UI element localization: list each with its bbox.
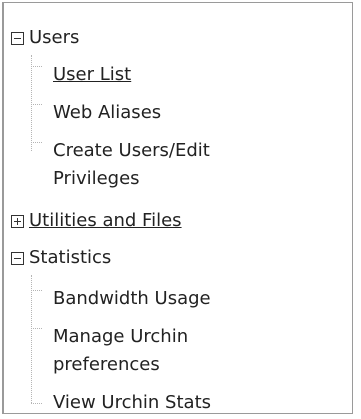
tree-item-create-users[interactable]: Create Users/Edit — [53, 137, 210, 165]
tree-connector — [31, 104, 42, 106]
collapse-icon[interactable] — [11, 32, 24, 45]
tree-connector-line — [31, 275, 33, 403]
tree-item-manage-urchin[interactable]: Manage Urchin — [53, 323, 188, 351]
tree-item-user-list[interactable]: User List — [53, 61, 131, 89]
tree-connector — [31, 66, 42, 68]
tree-connector — [31, 403, 42, 405]
tree-item-create-users-cont[interactable]: Privileges — [53, 165, 140, 193]
tree-connector — [31, 328, 42, 330]
tree-node-users-label[interactable]: Users — [29, 24, 79, 52]
navigation-tree-panel: Users User List Web Aliases Create Users… — [2, 2, 353, 414]
tree-item-web-aliases[interactable]: Web Aliases — [53, 99, 161, 127]
tree-connector — [31, 290, 42, 292]
tree-connector-line — [31, 55, 33, 151]
tree-connector — [31, 142, 42, 144]
tree-item-manage-urchin-cont[interactable]: preferences — [53, 351, 160, 379]
expand-icon[interactable] — [11, 215, 24, 228]
tree-item-bandwidth-usage[interactable]: Bandwidth Usage — [53, 285, 211, 313]
tree-node-utilities-label[interactable]: Utilities and Files — [29, 207, 182, 235]
collapse-icon[interactable] — [11, 252, 24, 265]
tree-node-statistics-label[interactable]: Statistics — [29, 244, 111, 272]
tree-item-view-urchin-stats[interactable]: View Urchin Stats — [53, 389, 211, 417]
